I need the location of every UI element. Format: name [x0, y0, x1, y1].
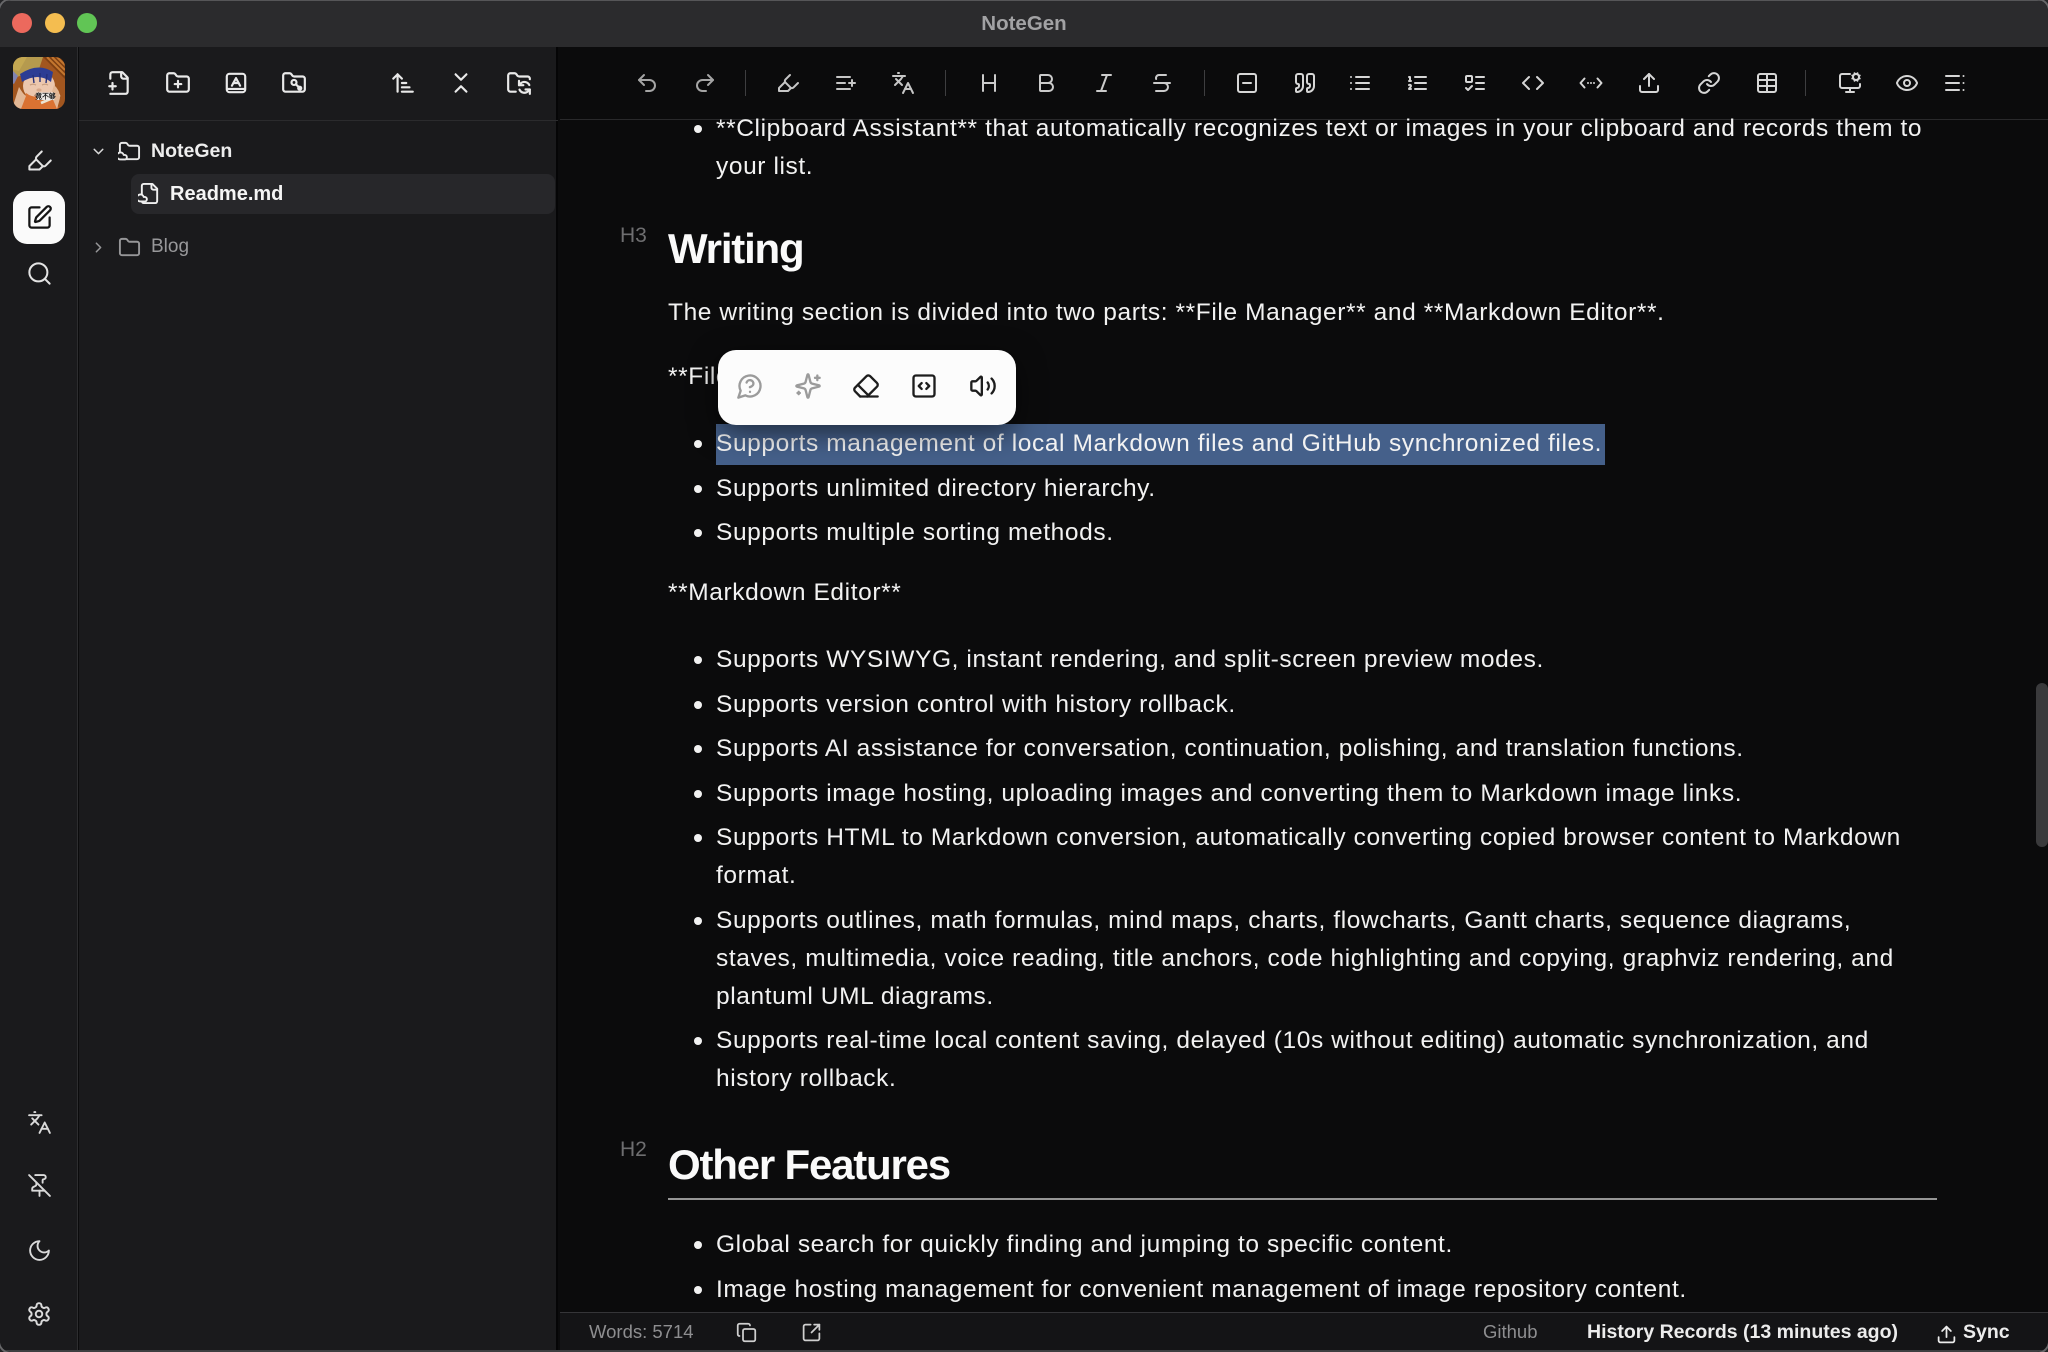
svg-text:竟不够: 竟不够	[34, 92, 56, 101]
